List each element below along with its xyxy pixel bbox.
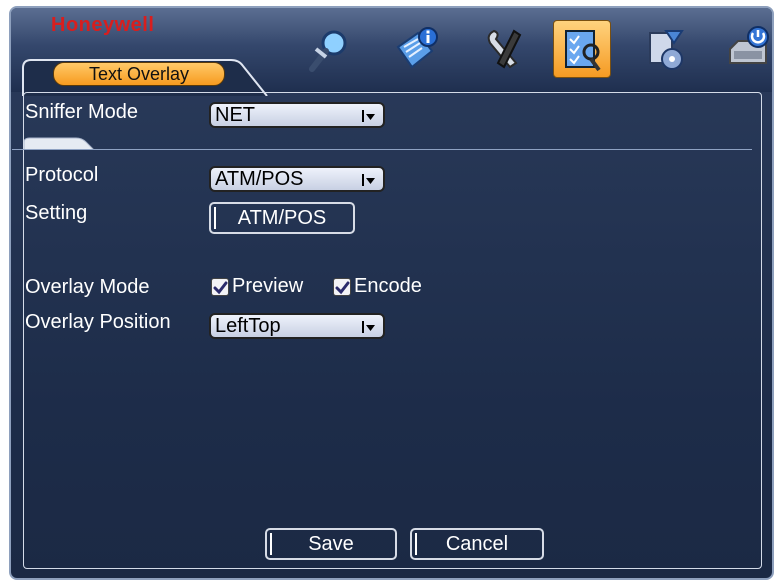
encode-checkbox-box[interactable] [333,277,351,296]
cancel-button[interactable]: Cancel [410,528,544,560]
overlay-position-select[interactable]: LeftTop [209,313,385,339]
chevron-down-icon [362,321,375,333]
setting-label: Setting [25,202,88,224]
encode-label: Encode [354,275,422,297]
config-icon[interactable] [553,20,611,78]
overlay-mode-label: Overlay Mode [25,276,150,298]
tab-area: Text Overlay [21,52,276,96]
save-button-label: Save [308,533,354,555]
preview-checkbox-box[interactable] [211,277,229,296]
search-icon[interactable] [301,20,359,78]
overlay-position-value: LeftTop [215,315,281,337]
header: Honeywell Text Overlay [11,8,772,96]
overlay-position-label: Overlay Position [25,311,171,333]
section-divider [12,149,752,150]
encode-checkbox[interactable]: Encode [333,275,422,298]
tab-text-overlay[interactable]: Text Overlay [53,62,225,86]
check-icon [213,281,228,294]
check-icon [335,281,350,294]
info-icon[interactable] [387,20,445,78]
chevron-down-icon [362,174,375,186]
chevron-down-icon [362,110,375,122]
sniffer-mode-value: NET [215,104,255,126]
protocol-select[interactable]: ATM/POS [209,166,385,192]
backup-icon[interactable] [637,20,695,78]
tools-icon[interactable] [475,20,533,78]
protocol-value: ATM/POS [215,168,304,190]
shutdown-icon[interactable] [719,20,772,78]
setting-atm-pos-button[interactable]: ATM/POS [209,202,355,234]
brand-logo: Honeywell [51,14,155,36]
cancel-button-label: Cancel [445,533,509,555]
setting-button-label: ATM/POS [237,207,327,229]
preview-label: Preview [232,275,304,297]
save-button[interactable]: Save [265,528,397,560]
preview-checkbox[interactable]: Preview [211,275,303,298]
protocol-label: Protocol [25,164,99,186]
sniffer-mode-label: Sniffer Mode [25,101,139,123]
sniffer-mode-select[interactable]: NET [209,102,385,128]
